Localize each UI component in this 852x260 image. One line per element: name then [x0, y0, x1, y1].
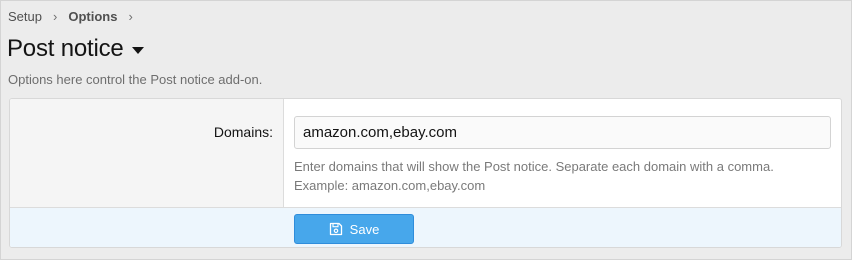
domains-hint: Enter domains that will show the Post no…	[294, 157, 774, 195]
options-form: Domains: Enter domains that will show th…	[9, 98, 842, 248]
breadcrumb-separator-icon: ›	[128, 9, 133, 24]
page-title: Post notice	[7, 35, 124, 62]
floppy-disk-icon	[329, 222, 343, 236]
page-description: Options here control the Post notice add…	[8, 72, 263, 87]
breadcrumb-separator-icon: ›	[52, 9, 58, 24]
breadcrumb-setup[interactable]: Setup	[8, 9, 42, 24]
page-title-row: Post notice	[7, 34, 144, 64]
breadcrumb: Setup › Options ›	[8, 9, 144, 24]
submit-row: Save	[10, 208, 841, 247]
domains-hint-example: Example: amazon.com,ebay.com	[294, 178, 486, 193]
save-button[interactable]: Save	[294, 214, 414, 244]
domains-input-cell: Enter domains that will show the Post no…	[284, 99, 841, 207]
domains-form-row: Domains: Enter domains that will show th…	[10, 99, 841, 208]
breadcrumb-options[interactable]: Options	[68, 9, 117, 24]
domains-input[interactable]	[294, 116, 831, 149]
domains-label-cell: Domains:	[10, 99, 284, 207]
domains-label: Domains:	[213, 124, 273, 140]
caret-down-icon[interactable]	[131, 46, 144, 54]
save-label: Save	[349, 221, 380, 237]
domains-hint-text: Enter domains that will show the Post no…	[294, 159, 774, 174]
